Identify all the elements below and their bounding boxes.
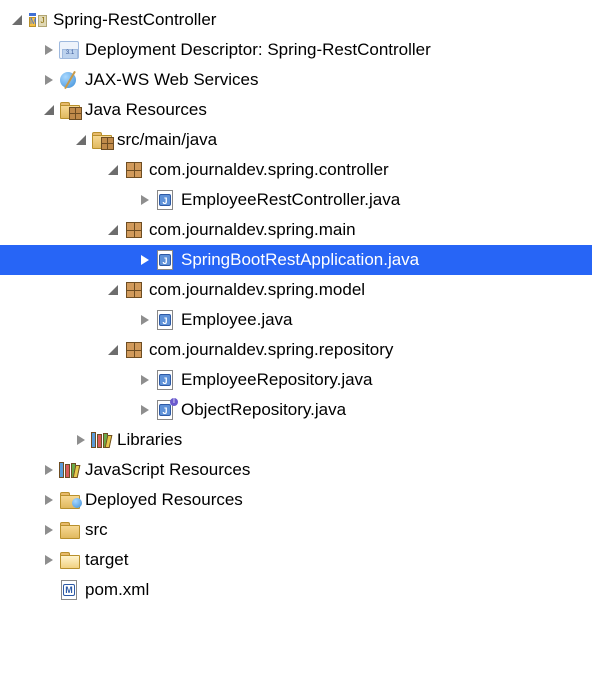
java-file-node[interactable]: J EmployeeRestController.java <box>0 185 592 215</box>
java-resources-icon <box>59 99 81 121</box>
collapse-arrow-icon[interactable] <box>138 253 152 267</box>
expand-arrow-icon[interactable] <box>106 163 120 177</box>
library-icon <box>91 429 113 451</box>
package-main-node[interactable]: com.journaldev.spring.main <box>0 215 592 245</box>
collapse-arrow-icon[interactable] <box>42 493 56 507</box>
java-interface-file-node[interactable]: JI ObjectRepository.java <box>0 395 592 425</box>
expand-arrow-icon[interactable] <box>106 343 120 357</box>
java-file-node[interactable]: J Employee.java <box>0 305 592 335</box>
derived-folder-icon <box>59 549 81 571</box>
libraries-label: Libraries <box>117 430 182 450</box>
deployed-resources-node[interactable]: Deployed Resources <box>0 485 592 515</box>
collapse-arrow-icon[interactable] <box>138 373 152 387</box>
package-icon <box>123 339 145 361</box>
collapse-arrow-icon[interactable] <box>74 433 88 447</box>
webservices-icon <box>59 69 81 91</box>
package-label: com.journaldev.spring.main <box>149 220 356 240</box>
javascript-resources-label: JavaScript Resources <box>85 460 250 480</box>
project-root[interactable]: MJ Spring-RestController <box>0 5 592 35</box>
collapse-arrow-icon[interactable] <box>138 403 152 417</box>
package-icon <box>123 219 145 241</box>
java-file-node-selected[interactable]: J SpringBootRestApplication.java <box>0 245 592 275</box>
folder-label: target <box>85 550 128 570</box>
java-resources-label: Java Resources <box>85 100 207 120</box>
java-file-icon: J <box>155 249 177 271</box>
deployment-descriptor-icon: 3.1 <box>59 39 81 61</box>
expand-arrow-icon[interactable] <box>42 103 56 117</box>
pom-file-label: pom.xml <box>85 580 149 600</box>
collapse-arrow-icon[interactable] <box>42 73 56 87</box>
package-icon <box>123 159 145 181</box>
java-file-label: EmployeeRestController.java <box>181 190 400 210</box>
jaxws-label: JAX-WS Web Services <box>85 70 259 90</box>
folder-icon <box>59 519 81 541</box>
expand-arrow-icon[interactable] <box>74 133 88 147</box>
library-icon <box>59 459 81 481</box>
package-model-node[interactable]: com.journaldev.spring.model <box>0 275 592 305</box>
collapse-arrow-icon[interactable] <box>42 523 56 537</box>
source-folder-label: src/main/java <box>117 130 217 150</box>
collapse-arrow-icon[interactable] <box>138 193 152 207</box>
java-file-label: SpringBootRestApplication.java <box>181 250 419 270</box>
package-label: com.journaldev.spring.controller <box>149 160 389 180</box>
maven-pom-icon: M <box>59 579 81 601</box>
expand-arrow-icon[interactable] <box>10 13 24 27</box>
package-controller-node[interactable]: com.journaldev.spring.controller <box>0 155 592 185</box>
project-label: Spring-RestController <box>53 10 216 30</box>
libraries-node[interactable]: Libraries <box>0 425 592 455</box>
java-file-label: EmployeeRepository.java <box>181 370 373 390</box>
java-file-icon: J <box>155 189 177 211</box>
expand-arrow-icon[interactable] <box>106 283 120 297</box>
collapse-arrow-icon[interactable] <box>138 313 152 327</box>
folder-label: src <box>85 520 108 540</box>
expand-arrow-icon[interactable] <box>106 223 120 237</box>
collapse-arrow-icon[interactable] <box>42 553 56 567</box>
java-resources-node[interactable]: Java Resources <box>0 95 592 125</box>
source-folder-node[interactable]: src/main/java <box>0 125 592 155</box>
java-file-label: Employee.java <box>181 310 293 330</box>
javascript-resources-node[interactable]: JavaScript Resources <box>0 455 592 485</box>
src-folder-node[interactable]: src <box>0 515 592 545</box>
java-file-label: ObjectRepository.java <box>181 400 346 420</box>
target-folder-node[interactable]: target <box>0 545 592 575</box>
deployment-descriptor-node[interactable]: 3.1 Deployment Descriptor: Spring-RestCo… <box>0 35 592 65</box>
package-label: com.journaldev.spring.model <box>149 280 365 300</box>
java-file-icon: J <box>155 369 177 391</box>
source-folder-icon <box>91 129 113 151</box>
pom-xml-node[interactable]: M pom.xml <box>0 575 592 605</box>
package-label: com.journaldev.spring.repository <box>149 340 393 360</box>
deployed-folder-icon <box>59 489 81 511</box>
jaxws-node[interactable]: JAX-WS Web Services <box>0 65 592 95</box>
java-interface-file-icon: JI <box>155 399 177 421</box>
maven-java-project-icon: MJ <box>27 9 49 31</box>
deployment-descriptor-label: Deployment Descriptor: Spring-RestContro… <box>85 40 431 60</box>
collapse-arrow-icon[interactable] <box>42 43 56 57</box>
collapse-arrow-icon[interactable] <box>42 463 56 477</box>
project-explorer-tree: MJ Spring-RestController 3.1 Deployment … <box>0 5 592 605</box>
java-file-node[interactable]: J EmployeeRepository.java <box>0 365 592 395</box>
package-icon <box>123 279 145 301</box>
deployed-resources-label: Deployed Resources <box>85 490 243 510</box>
java-file-icon: J <box>155 309 177 331</box>
package-repository-node[interactable]: com.journaldev.spring.repository <box>0 335 592 365</box>
